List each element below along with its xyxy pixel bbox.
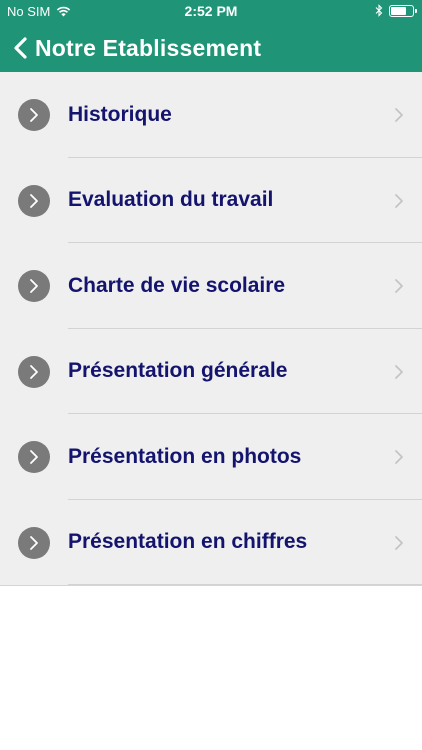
status-time: 2:52 PM xyxy=(184,3,238,19)
list-item[interactable]: Evaluation du travail xyxy=(0,158,422,243)
list-item[interactable]: Présentation en photos xyxy=(0,414,422,500)
chevron-right-circle-icon xyxy=(18,184,50,217)
row-divider xyxy=(68,584,422,585)
status-right xyxy=(375,4,417,17)
list-item-label: Présentation en chiffres xyxy=(68,530,308,554)
list-item-label: Présentation en photos xyxy=(68,444,302,468)
chevron-right-icon xyxy=(30,535,38,550)
disclosure-chevron-icon xyxy=(395,279,403,293)
list-item[interactable]: Historique xyxy=(0,72,422,158)
header-bar: No SIM 2:52 PM Notre Etablissement xyxy=(0,0,422,72)
back-button[interactable]: Notre Etablissement xyxy=(0,24,261,72)
disclosure-chevron-icon xyxy=(395,193,403,208)
chevron-right-circle-icon xyxy=(18,99,50,131)
chevron-right-icon xyxy=(30,450,38,464)
chevron-right-icon xyxy=(30,279,38,293)
battery-level xyxy=(391,6,406,15)
battery-icon xyxy=(389,4,417,17)
chevron-right-circle-icon xyxy=(18,355,50,388)
disclosure-chevron-icon xyxy=(395,364,403,379)
chevron-right-circle-icon xyxy=(18,441,50,473)
menu-list: Historique Evaluation du travail Charte de… xyxy=(0,72,422,586)
chevron-right-icon xyxy=(30,193,38,208)
page-title: Notre Etablissement xyxy=(35,34,262,61)
list-item-label: Présentation générale xyxy=(68,359,288,383)
status-bar: No SIM 2:52 PM xyxy=(0,0,422,24)
list-item[interactable]: Présentation en chiffres xyxy=(0,500,422,585)
navigation-bar: Notre Etablissement xyxy=(0,24,422,72)
disclosure-chevron-icon xyxy=(395,535,403,550)
list-item[interactable]: Présentation générale xyxy=(0,329,422,414)
bluetooth-icon xyxy=(375,4,383,17)
chevron-right-circle-icon xyxy=(18,526,50,559)
disclosure-chevron-icon xyxy=(395,450,403,464)
list-item[interactable]: Charte de vie scolaire xyxy=(0,243,422,329)
chevron-right-icon xyxy=(30,108,38,122)
list-item-label: Charte de vie scolaire xyxy=(68,273,286,297)
list-item-label: Evaluation du travail xyxy=(68,188,274,212)
battery-tip xyxy=(415,8,417,13)
list-item-label: Historique xyxy=(68,102,172,126)
chevron-right-circle-icon xyxy=(18,270,50,302)
disclosure-chevron-icon xyxy=(395,108,403,122)
chevron-left-icon xyxy=(14,37,27,59)
chevron-right-icon xyxy=(30,364,38,379)
